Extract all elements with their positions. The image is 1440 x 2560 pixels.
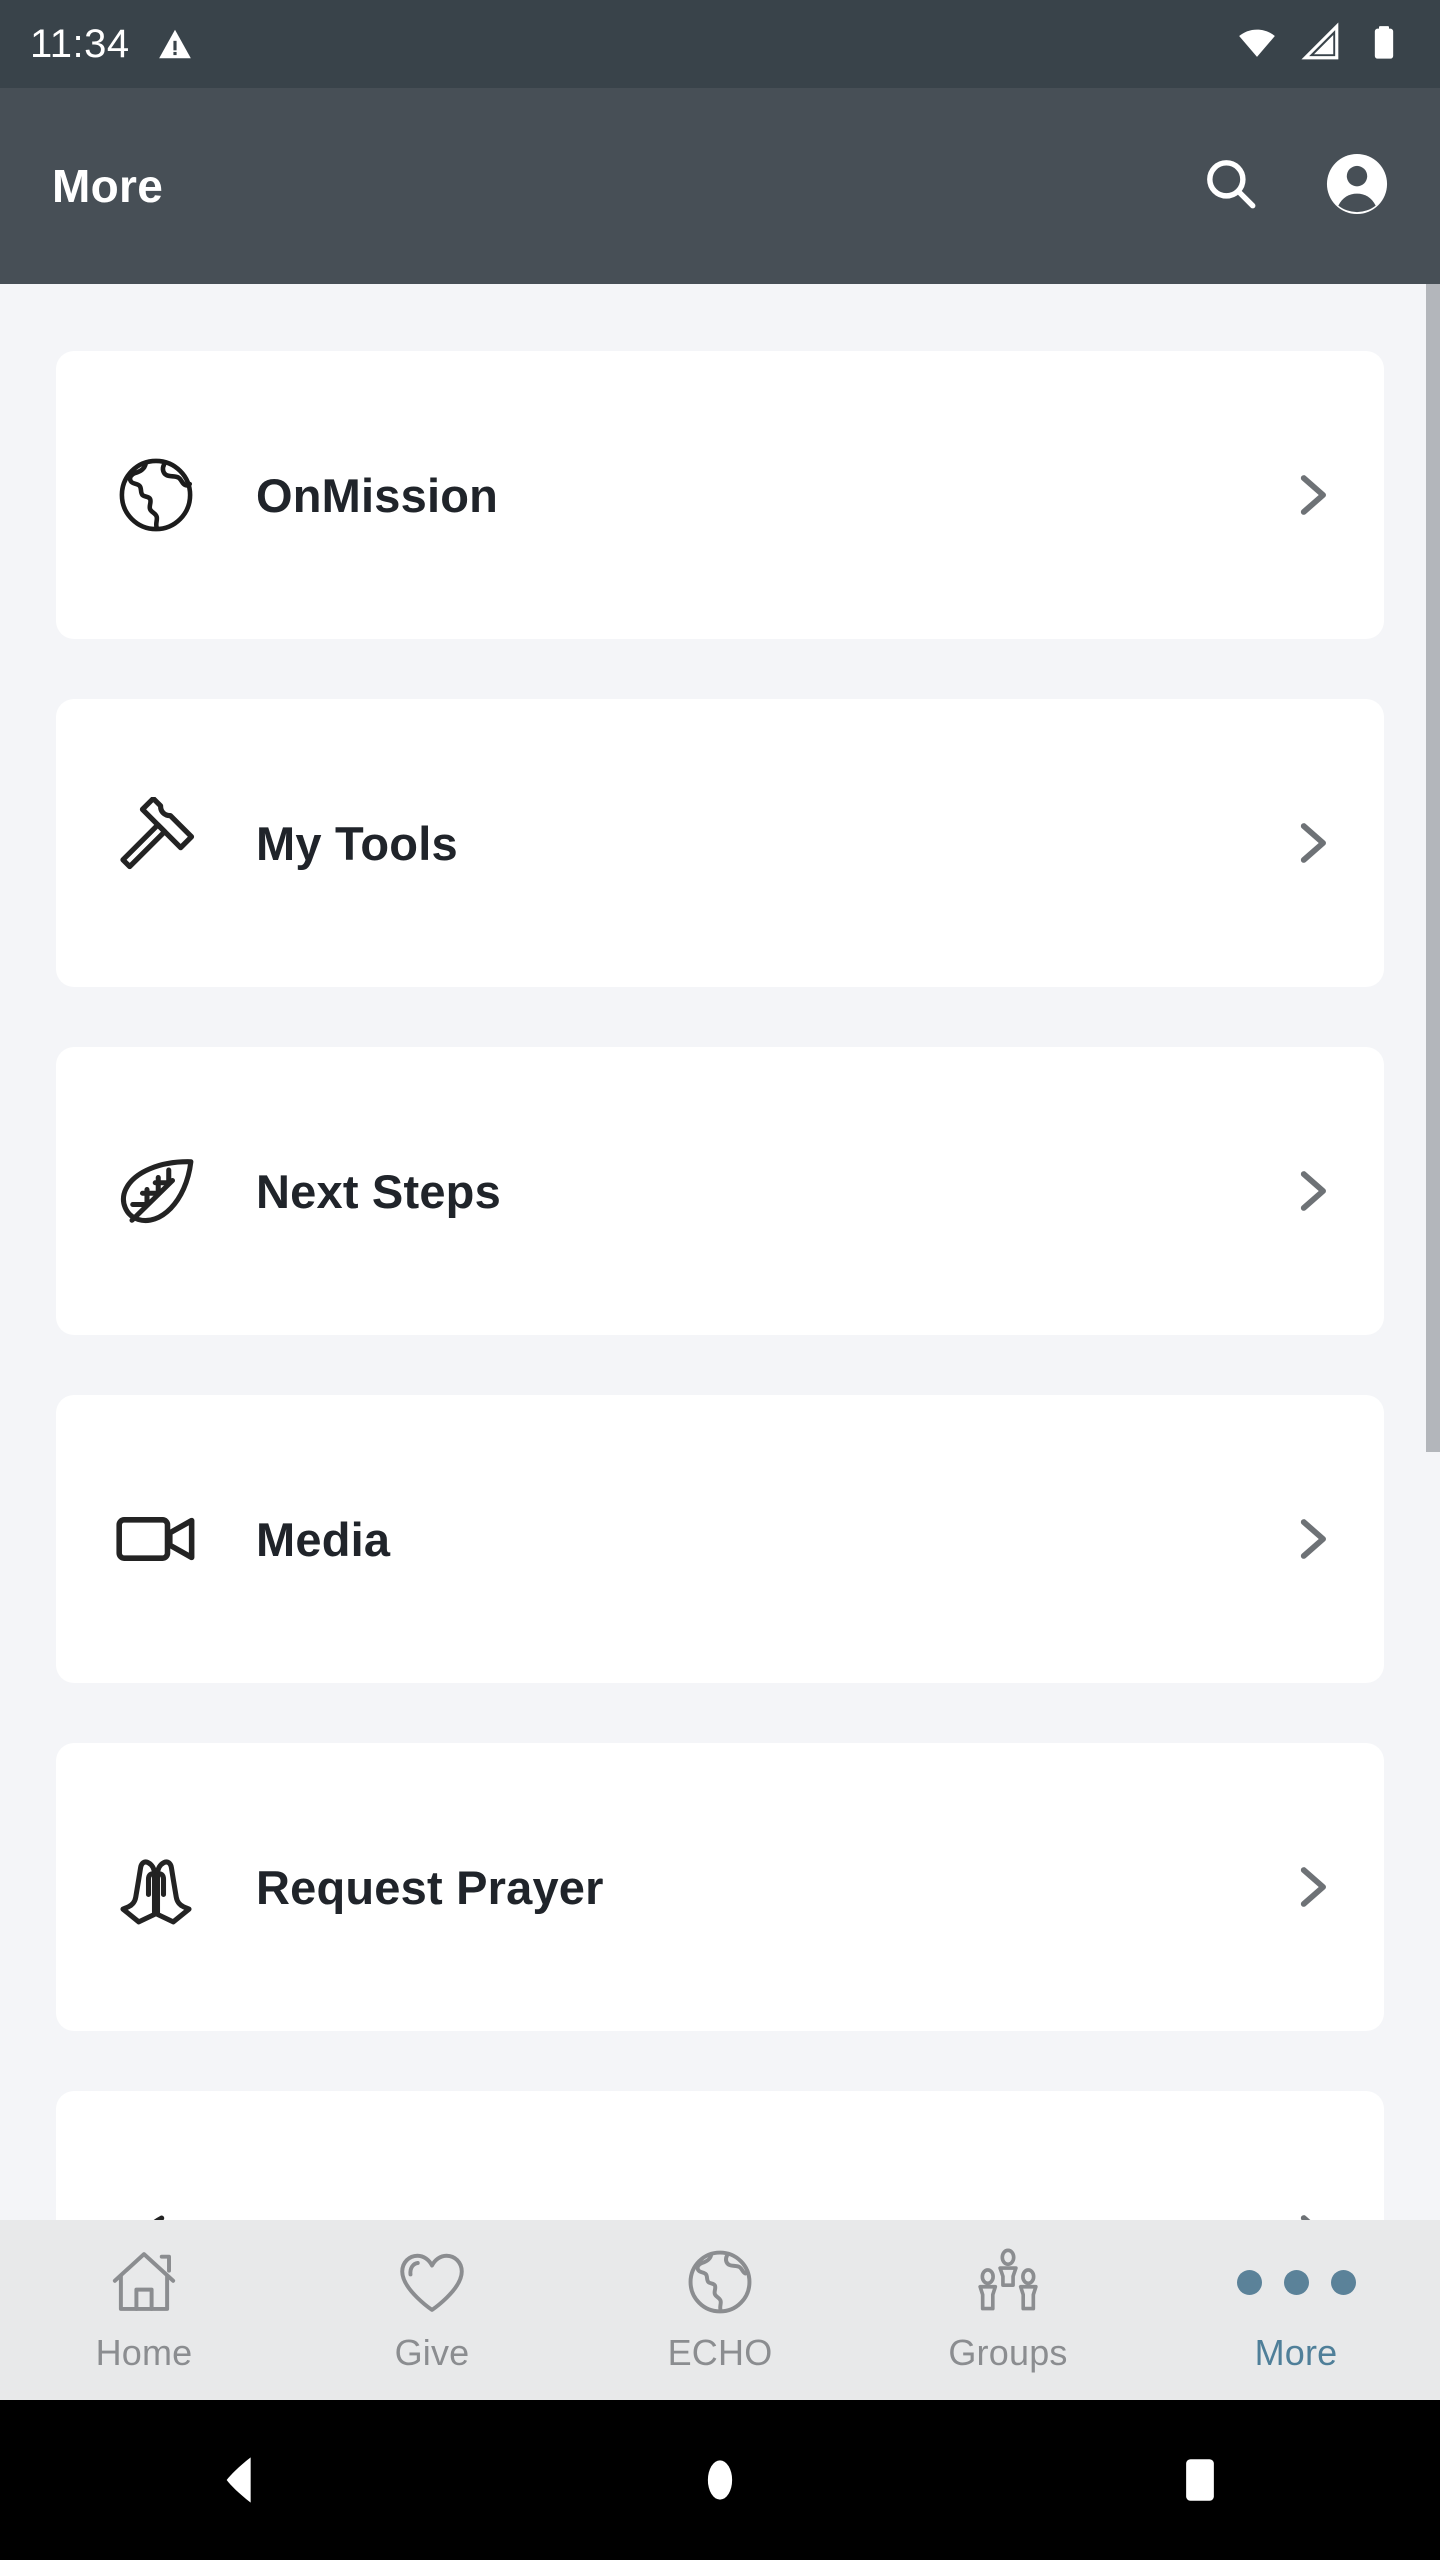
chevron-right-icon — [1282, 1162, 1340, 1220]
tab-home[interactable]: Home — [0, 2220, 288, 2374]
menu-item-next-steps[interactable]: Next Steps — [56, 1047, 1384, 1335]
recents-square-icon[interactable] — [960, 2454, 1440, 2506]
menu-item-label: OnMission — [256, 468, 499, 522]
three-dots-icon — [1236, 2246, 1356, 2318]
chevron-right-icon — [1282, 2206, 1340, 2220]
chevron-right-icon — [1282, 1858, 1340, 1916]
app-bar-actions — [1200, 149, 1392, 224]
battery-full-icon — [1364, 22, 1404, 67]
menu-item-onmission[interactable]: OnMission — [56, 351, 1384, 639]
tab-label: Groups — [948, 2332, 1068, 2373]
menu-item-label: Next Steps — [256, 1164, 501, 1218]
globe-icon — [682, 2246, 758, 2318]
dot — [1236, 2269, 1262, 2295]
status-bar-clock: 11:34 — [30, 22, 130, 66]
dot — [1330, 2269, 1356, 2295]
video-camera-icon — [56, 1493, 256, 1585]
search-icon[interactable] — [1200, 153, 1262, 220]
globe-icon — [56, 451, 256, 539]
account-avatar-icon[interactable] — [1322, 149, 1392, 224]
chevron-right-icon — [1282, 1510, 1340, 1568]
menu-item-my-tools[interactable]: My Tools — [56, 699, 1384, 987]
tab-groups[interactable]: Groups — [864, 2220, 1152, 2374]
status-bar-icons — [1236, 21, 1404, 68]
partial-icon — [56, 2190, 256, 2220]
chevron-right-icon — [1282, 466, 1340, 524]
menu-item-label: Request Prayer — [256, 1860, 604, 1914]
tab-echo[interactable]: ECHO — [576, 2220, 864, 2374]
wifi-icon — [1236, 21, 1278, 68]
tab-label: ECHO — [667, 2332, 773, 2373]
menu-item-label: Media — [256, 1512, 391, 1566]
status-bar: 11:34 — [0, 0, 1440, 88]
dot — [1283, 2269, 1309, 2295]
people-group-icon — [970, 2246, 1046, 2318]
hammer-icon — [56, 797, 256, 889]
menu-item-media[interactable]: Media — [56, 1395, 1384, 1683]
chevron-right-icon — [1282, 814, 1340, 872]
home-icon — [106, 2246, 182, 2318]
app-bar: More — [0, 88, 1440, 284]
menu-card-list: OnMission My Tools Next Steps Media Requ… — [0, 284, 1440, 2220]
tab-label: More — [1254, 2332, 1338, 2373]
warning-triangle-icon — [156, 25, 194, 63]
bottom-tab-bar: Home Give ECHO Groups More — [0, 2220, 1440, 2400]
vertical-scrollbar[interactable] — [1426, 284, 1440, 1452]
heart-icon — [394, 2246, 470, 2318]
praying-hands-icon — [56, 1842, 256, 1932]
more-menu-scroll-area[interactable]: OnMission My Tools Next Steps Media Requ… — [0, 284, 1440, 2220]
tab-more[interactable]: More — [1152, 2220, 1440, 2374]
menu-item-partial[interactable] — [56, 2091, 1384, 2220]
menu-item-label: My Tools — [256, 816, 458, 870]
page-title: More — [52, 160, 164, 212]
back-triangle-icon[interactable] — [0, 2448, 480, 2512]
home-circle-icon[interactable] — [480, 2452, 960, 2508]
tab-give[interactable]: Give — [288, 2220, 576, 2374]
system-navigation-bar — [0, 2400, 1440, 2560]
tab-label: Give — [394, 2332, 470, 2373]
tab-label: Home — [95, 2332, 193, 2373]
menu-item-request-prayer[interactable]: Request Prayer — [56, 1743, 1384, 2031]
leaf-icon — [56, 1146, 256, 1236]
phone-screen: 11:34 More OnMission My Tools Next Steps… — [0, 0, 1440, 2560]
cell-signal-icon — [1300, 21, 1342, 68]
